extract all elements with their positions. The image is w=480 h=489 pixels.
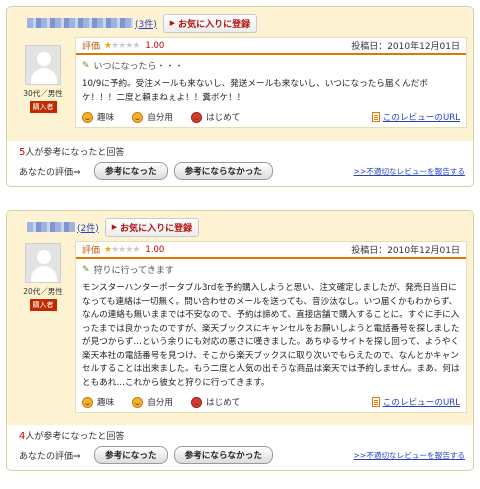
rating-score: 1.00 — [145, 40, 165, 51]
post-date: 投稿日：2010年12月01日 — [351, 42, 460, 52]
reviewer-profile: 20代／男性 購入者 — [19, 243, 67, 311]
review-tags: 趣味 自分用 はじめて このレビューのURL — [76, 109, 466, 127]
evaluation-row: あなたの評価⇒ 参考になった 参考にならなかった >>不適切なレビューを報告する — [19, 162, 465, 180]
rating-stars: ★★★★★ — [104, 244, 140, 255]
tag-label: はじめて — [206, 113, 241, 123]
favorite-button-label: お気に入りに登録 — [120, 223, 193, 234]
evaluation-label: あなたの評価⇒ — [19, 451, 81, 462]
tag-self-use: 自分用 — [132, 111, 173, 123]
reviewer-profile: 30代／男性 購入者 — [19, 45, 67, 113]
helpful-button[interactable]: 参考になった — [94, 446, 168, 464]
review-count-link[interactable]: (3件) — [135, 17, 157, 30]
tag-label: はじめて — [206, 398, 241, 408]
document-icon — [371, 112, 380, 122]
helpful-text: 人が参考になったと回答 — [25, 432, 125, 442]
triangle-right-icon: ▶ — [169, 19, 176, 27]
helpful-button[interactable]: 参考になった — [94, 162, 168, 180]
document-icon — [371, 397, 380, 407]
review-title: ✎ 狩りに行ってきます — [76, 259, 466, 278]
review-title-text: いつになったら・・・ — [93, 62, 184, 72]
tag-self-use: 自分用 — [132, 396, 173, 408]
avatar[interactable] — [25, 243, 61, 283]
favorite-button[interactable]: ▶ お気に入りに登録 — [162, 13, 258, 33]
tag-label: 趣味 — [97, 398, 115, 408]
tag-label: 自分用 — [147, 398, 173, 408]
star-empty-icon: ★ — [132, 40, 140, 51]
avatar[interactable] — [25, 45, 61, 85]
not-helpful-button[interactable]: 参考にならなかった — [173, 162, 273, 180]
reviewer-age-gender: 20代／男性 — [23, 287, 63, 296]
smiley-icon — [132, 111, 144, 123]
tag-hobby: 趣味 — [82, 396, 114, 408]
helpful-count: 5人が参考になったと回答 — [19, 145, 465, 158]
tag-label: 自分用 — [147, 113, 173, 123]
review-header: (2件) ▶ お気に入りに登録 — [13, 217, 467, 237]
rating-stars: ★★★★★ — [104, 40, 140, 51]
review-header: (3件) ▶ お気に入りに登録 — [13, 13, 467, 33]
report-review-link[interactable]: >>不適切なレビューを報告する — [354, 450, 465, 461]
reviewer-age-gender: 30代／男性 — [23, 89, 63, 98]
review-card-bottom: 4人が参考になったと回答 あなたの評価⇒ 参考になった 参考にならなかった >>… — [7, 425, 473, 470]
review-card: (2件) ▶ お気に入りに登録 20代／男性 購入者 評価 ★★★★★ 1.00… — [6, 210, 474, 471]
smiley-icon — [132, 396, 144, 408]
rating-score: 1.00 — [145, 244, 165, 255]
review-card-bottom: 5人が参考になったと回答 あなたの評価⇒ 参考になった 参考にならなかった >>… — [7, 141, 473, 186]
review-content: 評価 ★★★★★ 1.00 投稿日：2010年12月01日 ✎ いつになったら・… — [75, 37, 467, 128]
evaluation-label: あなたの評価⇒ — [19, 167, 81, 178]
gift-icon — [191, 111, 202, 123]
not-helpful-button[interactable]: 参考にならなかった — [173, 446, 273, 464]
tag-first-time: はじめて — [191, 396, 240, 408]
review-card-top: (2件) ▶ お気に入りに登録 20代／男性 購入者 評価 ★★★★★ 1.00… — [7, 211, 473, 425]
favorite-button-label: お気に入りに登録 — [178, 19, 251, 30]
rating-row: 評価 ★★★★★ 1.00 投稿日：2010年12月01日 — [76, 242, 466, 259]
review-url-label: このレビューのURL — [382, 398, 460, 408]
rating-row: 評価 ★★★★★ 1.00 投稿日：2010年12月01日 — [76, 38, 466, 55]
review-card: (3件) ▶ お気に入りに登録 30代／男性 購入者 評価 ★★★★★ 1.00… — [6, 6, 474, 187]
tag-first-time: はじめて — [191, 111, 240, 123]
review-content: 評価 ★★★★★ 1.00 投稿日：2010年12月01日 ✎ 狩りに行ってきま… — [75, 241, 467, 413]
smiley-icon — [82, 111, 93, 123]
report-review-link[interactable]: >>不適切なレビューを報告する — [354, 166, 465, 177]
review-body: モンスターハンターポータブル3rdを予約購入しようと思い、注文確定しましたが、発… — [82, 283, 460, 388]
reviewer-name-link[interactable] — [27, 18, 133, 28]
pencil-icon: ✎ — [82, 264, 90, 275]
helpful-text: 人が参考になったと回答 — [25, 148, 125, 158]
star-empty-icon: ★ — [132, 244, 140, 255]
rating-label: 評価 — [82, 246, 101, 256]
review-url-label: このレビューのURL — [382, 113, 460, 123]
reviewer-name-link[interactable] — [27, 222, 75, 232]
buyer-badge: 購入者 — [29, 299, 57, 311]
gift-icon — [191, 396, 202, 408]
review-body: 10/9に予約。受注メールも来ないし、発送メールも来ないし、いつになったら届くん… — [82, 79, 428, 103]
review-url-link[interactable]: このレビューのURL — [371, 111, 460, 123]
rating-label: 評価 — [82, 42, 101, 52]
triangle-right-icon: ▶ — [111, 223, 118, 231]
smiley-icon — [82, 396, 93, 408]
evaluation-row: あなたの評価⇒ 参考になった 参考にならなかった >>不適切なレビューを報告する — [19, 446, 465, 464]
helpful-count: 4人が参考になったと回答 — [19, 429, 465, 442]
tag-label: 趣味 — [97, 113, 115, 123]
review-title: ✎ いつになったら・・・ — [76, 55, 466, 74]
review-count-link[interactable]: (2件) — [77, 221, 99, 234]
favorite-button[interactable]: ▶ お気に入りに登録 — [104, 217, 200, 237]
pencil-icon: ✎ — [82, 60, 90, 71]
review-url-link[interactable]: このレビューのURL — [371, 396, 460, 408]
tag-hobby: 趣味 — [82, 111, 114, 123]
post-date: 投稿日：2010年12月01日 — [351, 246, 460, 256]
buyer-badge: 購入者 — [29, 101, 57, 113]
review-title-text: 狩りに行ってきます — [93, 266, 174, 276]
review-card-top: (3件) ▶ お気に入りに登録 30代／男性 購入者 評価 ★★★★★ 1.00… — [7, 7, 473, 141]
review-tags: 趣味 自分用 はじめて このレビューのURL — [76, 394, 466, 412]
